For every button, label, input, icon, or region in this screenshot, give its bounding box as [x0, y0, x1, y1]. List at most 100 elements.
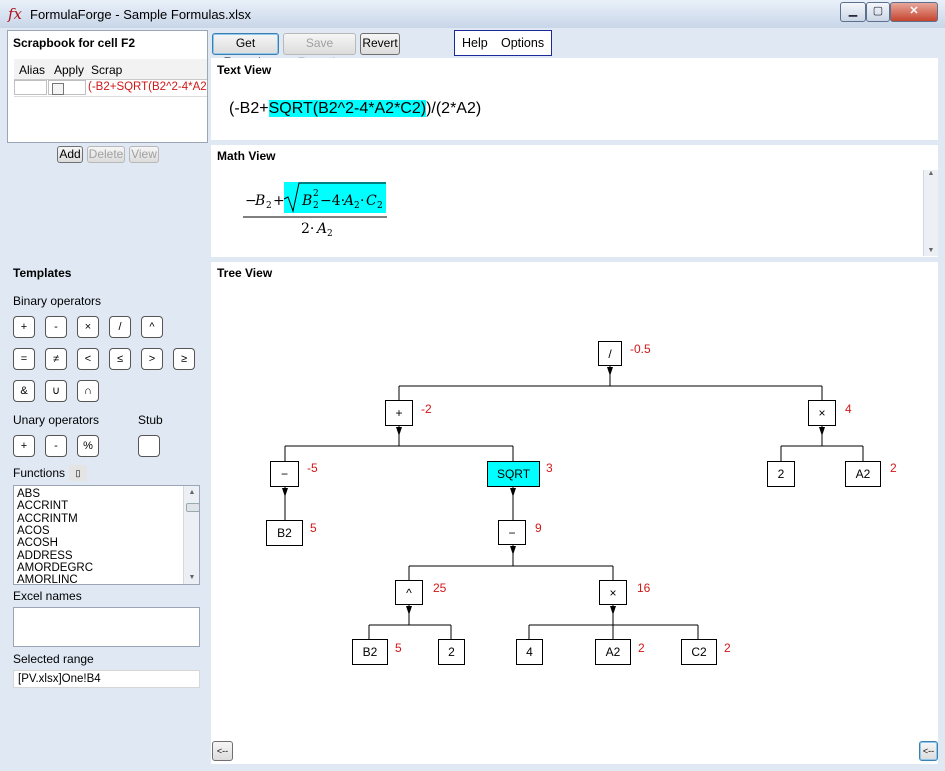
scrapbook-panel: Scrapbook for cell F2 Alias Apply Scrap …	[7, 30, 208, 143]
tree-node-constant[interactable]: 2	[438, 639, 465, 665]
collapse-left-button[interactable]: <--	[212, 741, 233, 761]
scroll-up-icon[interactable]: ▲	[184, 489, 199, 496]
binary-operators-heading: Binary operators	[13, 294, 102, 308]
tree-node-constant[interactable]: 4	[516, 639, 543, 665]
list-item[interactable]: ABS	[17, 488, 40, 500]
delete-scrap-button[interactable]: Delete	[87, 146, 125, 163]
scroll-up-icon[interactable]: ▲	[924, 170, 938, 177]
svg-text:A: A	[315, 221, 327, 237]
revert-button[interactable]: Revert	[360, 33, 400, 55]
divide-template-button[interactable]: /	[109, 316, 131, 338]
less-equal-template-button[interactable]: ≤	[109, 348, 131, 370]
intersection-template-button[interactable]: ∩	[77, 380, 99, 402]
not-equal-template-button[interactable]: ≠	[45, 348, 67, 370]
column-alias[interactable]: Alias	[19, 63, 45, 77]
scroll-down-icon[interactable]: ▼	[924, 247, 938, 254]
view-scrap-button[interactable]: View	[129, 146, 159, 163]
tree-node-cell-ref[interactable]: A2	[845, 461, 881, 487]
svg-text:2: 2	[313, 189, 319, 199]
tree-node-constant[interactable]: 2	[767, 461, 795, 487]
help-menu[interactable]: Help	[462, 36, 488, 50]
scroll-thumb[interactable]	[186, 503, 199, 512]
tree-node-subtract[interactable]: −	[498, 520, 526, 545]
tree-node-multiply[interactable]: ×	[808, 400, 836, 426]
excel-names-heading: Excel names	[13, 589, 82, 603]
alias-cell[interactable]	[14, 80, 47, 95]
tree-node-power[interactable]: ^	[395, 580, 423, 605]
stub-template-button[interactable]	[138, 435, 160, 457]
tree-node-sqrt[interactable]: SQRT	[487, 461, 540, 487]
svg-text:2: 2	[313, 201, 319, 211]
greater-than-template-button[interactable]: >	[141, 348, 163, 370]
minus-template-button[interactable]: -	[45, 316, 67, 338]
svg-text:A: A	[342, 193, 354, 209]
unary-plus-template-button[interactable]: +	[13, 435, 35, 457]
list-item[interactable]: ACCRINT	[17, 500, 68, 512]
tree-view-panel: Tree View / -0.5 + -2 × 4 − -5 SQRT 3 2 …	[211, 262, 938, 764]
list-item[interactable]: ACCRINTM	[17, 513, 78, 525]
percent-template-button[interactable]: %	[77, 435, 99, 457]
tree-node-cell-ref[interactable]: A2	[595, 639, 631, 665]
functions-toggle-icon[interactable]: ▯	[69, 465, 87, 481]
tree-node-value: 4	[845, 402, 852, 416]
formula-highlight: SQRT(B2^2-4*A2*C2)	[268, 100, 427, 117]
svg-text:−4·: −4·	[320, 193, 345, 209]
formula-text[interactable]: (-B2+SQRT(B2^2-4*A2*C2))/(2*A2)	[229, 100, 481, 118]
list-item[interactable]: ACOS	[17, 525, 50, 537]
scroll-down-icon[interactable]: ▼	[184, 574, 199, 581]
tree-node-multiply[interactable]: ×	[599, 580, 627, 605]
excel-names-list[interactable]	[13, 607, 200, 647]
greater-equal-template-button[interactable]: ≥	[173, 348, 195, 370]
svg-text:2: 2	[354, 201, 360, 211]
list-item[interactable]: ADDRESS	[17, 550, 73, 562]
tree-node-divide[interactable]: /	[598, 341, 622, 366]
list-item[interactable]: AMORLINC	[17, 574, 78, 584]
tree-node-negate[interactable]: −	[270, 461, 299, 487]
title-bar[interactable]: fx FormulaForge - Sample Formulas.xlsx ▁…	[0, 0, 945, 28]
column-scrap[interactable]: Scrap	[91, 63, 122, 77]
save-formula-button[interactable]: Save Formula	[283, 33, 356, 69]
math-view-scrollbar[interactable]: ▲ ▼	[923, 170, 938, 256]
apply-checkbox[interactable]	[52, 83, 64, 95]
list-item[interactable]: AMORDEGRC	[17, 562, 93, 574]
column-apply[interactable]: Apply	[54, 63, 84, 77]
list-item[interactable]: ACOSH	[17, 537, 58, 549]
get-formula-button[interactable]: Get Formula	[212, 33, 279, 69]
concat-template-button[interactable]: &	[13, 380, 35, 402]
svg-text:2: 2	[266, 201, 272, 211]
tree-node-cell-ref[interactable]: B2	[352, 639, 388, 665]
math-view-heading: Math View	[217, 149, 276, 163]
less-than-template-button[interactable]: <	[77, 348, 99, 370]
tree-node-cell-ref[interactable]: C2	[681, 639, 717, 665]
templates-heading: Templates	[13, 266, 72, 280]
unary-minus-template-button[interactable]: -	[45, 435, 67, 457]
functions-scrollbar[interactable]: ▲ ▼	[183, 486, 199, 584]
tree-node-value: 9	[535, 521, 542, 535]
svg-text:B: B	[301, 193, 312, 209]
maximize-icon[interactable]: ▢	[866, 2, 890, 22]
tree-node-value: 2	[890, 461, 897, 475]
svg-text:C: C	[366, 193, 377, 209]
power-template-button[interactable]: ^	[141, 316, 163, 338]
plus-template-button[interactable]: +	[13, 316, 35, 338]
options-menu[interactable]: Options	[501, 36, 544, 50]
close-icon[interactable]: ✕	[890, 2, 938, 22]
stub-heading: Stub	[138, 413, 163, 427]
multiply-template-button[interactable]: ×	[77, 316, 99, 338]
tree-node-cell-ref[interactable]: B2	[266, 520, 303, 546]
union-template-button[interactable]: ∪	[45, 380, 67, 402]
selected-range-heading: Selected range	[13, 652, 94, 666]
collapse-right-button[interactable]: <--	[919, 741, 938, 761]
scrap-cell[interactable]: (-B2+SQRT(B2^2-4*A2	[88, 81, 207, 93]
equal-template-button[interactable]: =	[13, 348, 35, 370]
tree-node-plus[interactable]: +	[385, 400, 413, 426]
add-scrap-button[interactable]: Add	[57, 146, 83, 163]
tree-node-value: -0.5	[630, 342, 651, 356]
math-rendered-formula[interactable]: − B2 + B 22 −4· A2 · C2 2· A2	[241, 177, 401, 239]
selected-range-field[interactable]: [PV.xlsx]One!B4	[13, 670, 200, 688]
minimize-icon[interactable]: ▁	[840, 2, 866, 22]
functions-heading: Functions	[13, 466, 66, 480]
text-view-heading: Text View	[217, 63, 272, 77]
table-row[interactable]: (-B2+SQRT(B2^2-4*A2	[14, 80, 207, 97]
functions-list[interactable]: ABS ACCRINT ACCRINTM ACOS ACOSH ADDRESS …	[13, 485, 200, 585]
